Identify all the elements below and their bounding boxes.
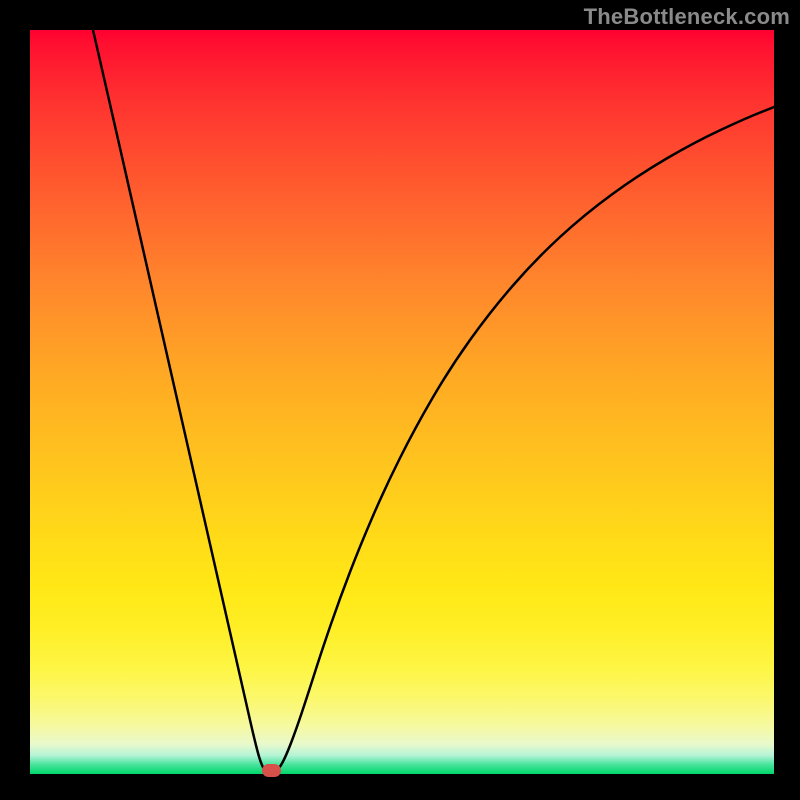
gradient-background	[30, 30, 774, 774]
watermark-text: TheBottleneck.com	[584, 4, 790, 30]
optimal-point-marker	[262, 764, 281, 777]
chart-frame: TheBottleneck.com	[0, 0, 800, 800]
